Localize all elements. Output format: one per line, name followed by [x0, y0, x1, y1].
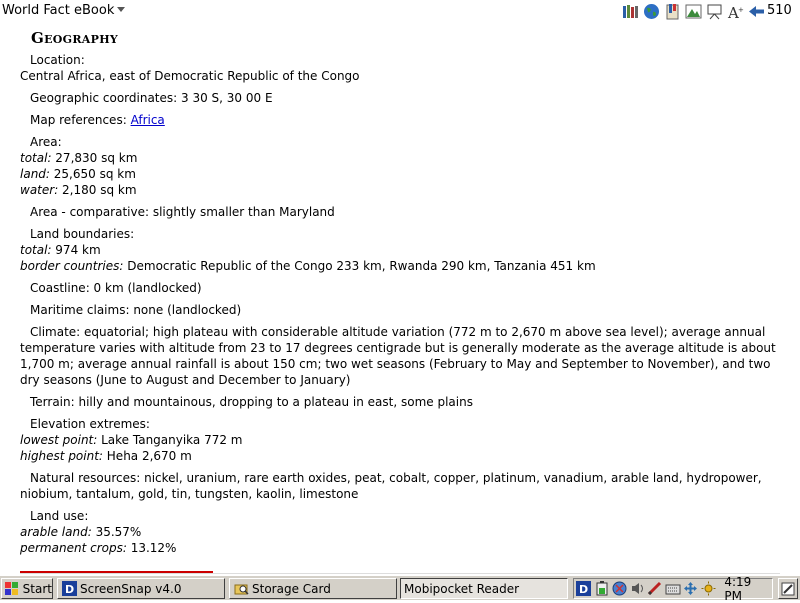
- area-land-value: 25,650 sq km: [49, 167, 136, 181]
- mobipocket-d-icon: D: [61, 581, 77, 597]
- climate-text: Climate: equatorial; high plateau with c…: [20, 325, 776, 387]
- area-comparative-entry: Area - comparative: slightly smaller tha…: [20, 204, 780, 220]
- svg-text:D: D: [579, 583, 588, 596]
- clock[interactable]: 4:19 PM: [724, 575, 772, 603]
- font-size-icon[interactable]: A +: [726, 2, 745, 21]
- page-number: 510: [767, 3, 792, 18]
- area-comparative-text: Area - comparative: slightly smaller tha…: [30, 205, 335, 219]
- app-title: World Fact eBook: [2, 3, 115, 18]
- svg-text:D: D: [65, 583, 74, 596]
- map-references-label: Map references:: [30, 113, 127, 127]
- climate-entry: Climate: equatorial; high plateau with c…: [20, 324, 780, 388]
- app-title-menu[interactable]: World Fact eBook: [2, 3, 126, 19]
- task-mobipocket-reader[interactable]: Mobipocket Reader: [400, 578, 568, 599]
- system-tray: D 4:19 PM: [573, 575, 773, 603]
- coordinates-text: Geographic coordinates: 3 30 S, 30 00 E: [30, 91, 273, 105]
- reading-progress-bar[interactable]: [20, 571, 213, 573]
- natural-resources-text: Natural resources: nickel, uranium, rare…: [20, 471, 762, 501]
- land-use-label: Land use:: [30, 509, 89, 523]
- globe-icon[interactable]: [642, 2, 661, 21]
- land-use-entry: Land use: arable land: 35.57% permanent …: [20, 508, 780, 556]
- highest-point-label: highest point:: [20, 449, 103, 463]
- reading-progress-track: [20, 573, 780, 574]
- coastline-entry: Coastline: 0 km (landlocked): [20, 280, 780, 296]
- land-boundaries-label: Land boundaries:: [30, 227, 135, 241]
- top-bar: World Fact eBook A + 510: [0, 0, 800, 22]
- area-entry: Area: total: 27,830 sq km land: 25,650 s…: [20, 134, 780, 198]
- natural-resources-entry: Natural resources: nickel, uranium, rare…: [20, 470, 780, 502]
- bookmarks-icon[interactable]: [663, 2, 682, 21]
- boundaries-total-label: total:: [20, 243, 52, 257]
- area-label: Area:: [30, 135, 62, 149]
- svg-text:+: +: [738, 6, 744, 14]
- location-label: Location:: [30, 53, 85, 67]
- battery-icon[interactable]: [594, 581, 610, 597]
- lowest-point-label: lowest point:: [20, 433, 98, 447]
- arable-land-value: 35.57%: [91, 525, 142, 539]
- maritime-claims-text: Maritime claims: none (landlocked): [30, 303, 242, 317]
- start-button[interactable]: Start: [1, 578, 53, 599]
- task-label: Mobipocket Reader: [404, 581, 520, 596]
- maritime-claims-entry: Maritime claims: none (landlocked): [20, 302, 780, 318]
- windows-logo-icon: [5, 581, 20, 597]
- terrain-entry: Terrain: hilly and mountainous, dropping…: [20, 394, 780, 410]
- area-land-label: land:: [20, 167, 50, 181]
- sound-icon[interactable]: [629, 581, 645, 597]
- ebook-page: Geography Location: Central Africa, east…: [20, 26, 780, 562]
- task-label: ScreenSnap v4.0: [80, 581, 182, 596]
- arable-land-label: arable land:: [20, 525, 92, 539]
- area-total-value: 27,830 sq km: [51, 151, 138, 165]
- task-screensnap[interactable]: D ScreenSnap v4.0: [57, 578, 225, 599]
- border-countries-value: Democratic Republic of the Congo 233 km,…: [123, 259, 596, 273]
- coastline-text: Coastline: 0 km (landlocked): [30, 281, 202, 295]
- coordinates-entry: Geographic coordinates: 3 30 S, 30 00 E: [20, 90, 780, 106]
- location-entry: Location: Central Africa, east of Democr…: [20, 52, 780, 84]
- taskbar: Start D ScreenSnap v4.0 Storage Card Mob…: [0, 575, 800, 603]
- library-icon[interactable]: [621, 2, 640, 21]
- dropdown-caret-icon: [117, 7, 126, 12]
- terrain-text: Terrain: hilly and mountainous, dropping…: [30, 395, 473, 409]
- presentation-icon[interactable]: [705, 2, 724, 21]
- start-label: Start: [22, 581, 52, 596]
- elevation-label: Elevation extremes:: [30, 417, 150, 431]
- elevation-entry: Elevation extremes: lowest point: Lake T…: [20, 416, 780, 464]
- land-boundaries-entry: Land boundaries: total: 974 km border co…: [20, 226, 780, 274]
- area-total-label: total:: [20, 151, 52, 165]
- africa-link[interactable]: Africa: [131, 113, 165, 127]
- location-value: Central Africa, east of Democratic Repub…: [20, 69, 360, 83]
- keyboard-icon[interactable]: [665, 581, 681, 597]
- area-water-value: 2,180 sq km: [58, 183, 137, 197]
- highest-point-value: Heha 2,670 m: [102, 449, 192, 463]
- mobipocket-icon[interactable]: D: [576, 581, 592, 597]
- permanent-crops-value: 13.12%: [126, 541, 177, 555]
- permanent-crops-label: permanent crops:: [20, 541, 127, 555]
- task-label: Storage Card: [252, 581, 331, 596]
- move-icon[interactable]: [683, 581, 699, 597]
- section-heading: Geography: [31, 29, 119, 47]
- back-arrow-icon[interactable]: [747, 2, 766, 21]
- network-icon[interactable]: [612, 581, 628, 597]
- brightness-icon[interactable]: [701, 581, 717, 597]
- lowest-point-value: Lake Tanganyika 772 m: [97, 433, 243, 447]
- task-storage-card[interactable]: Storage Card: [229, 578, 397, 599]
- folder-search-icon: [233, 581, 249, 597]
- edit-icon: [781, 582, 795, 595]
- map-references-entry: Map references: Africa: [20, 112, 780, 128]
- image-icon[interactable]: [684, 2, 703, 21]
- area-water-label: water:: [20, 183, 59, 197]
- boundaries-total-value: 974 km: [51, 243, 101, 257]
- border-countries-label: border countries:: [20, 259, 124, 273]
- toolbar: A +: [621, 1, 768, 21]
- desktop-corner-button[interactable]: [778, 578, 798, 599]
- stylus-icon[interactable]: [647, 581, 663, 597]
